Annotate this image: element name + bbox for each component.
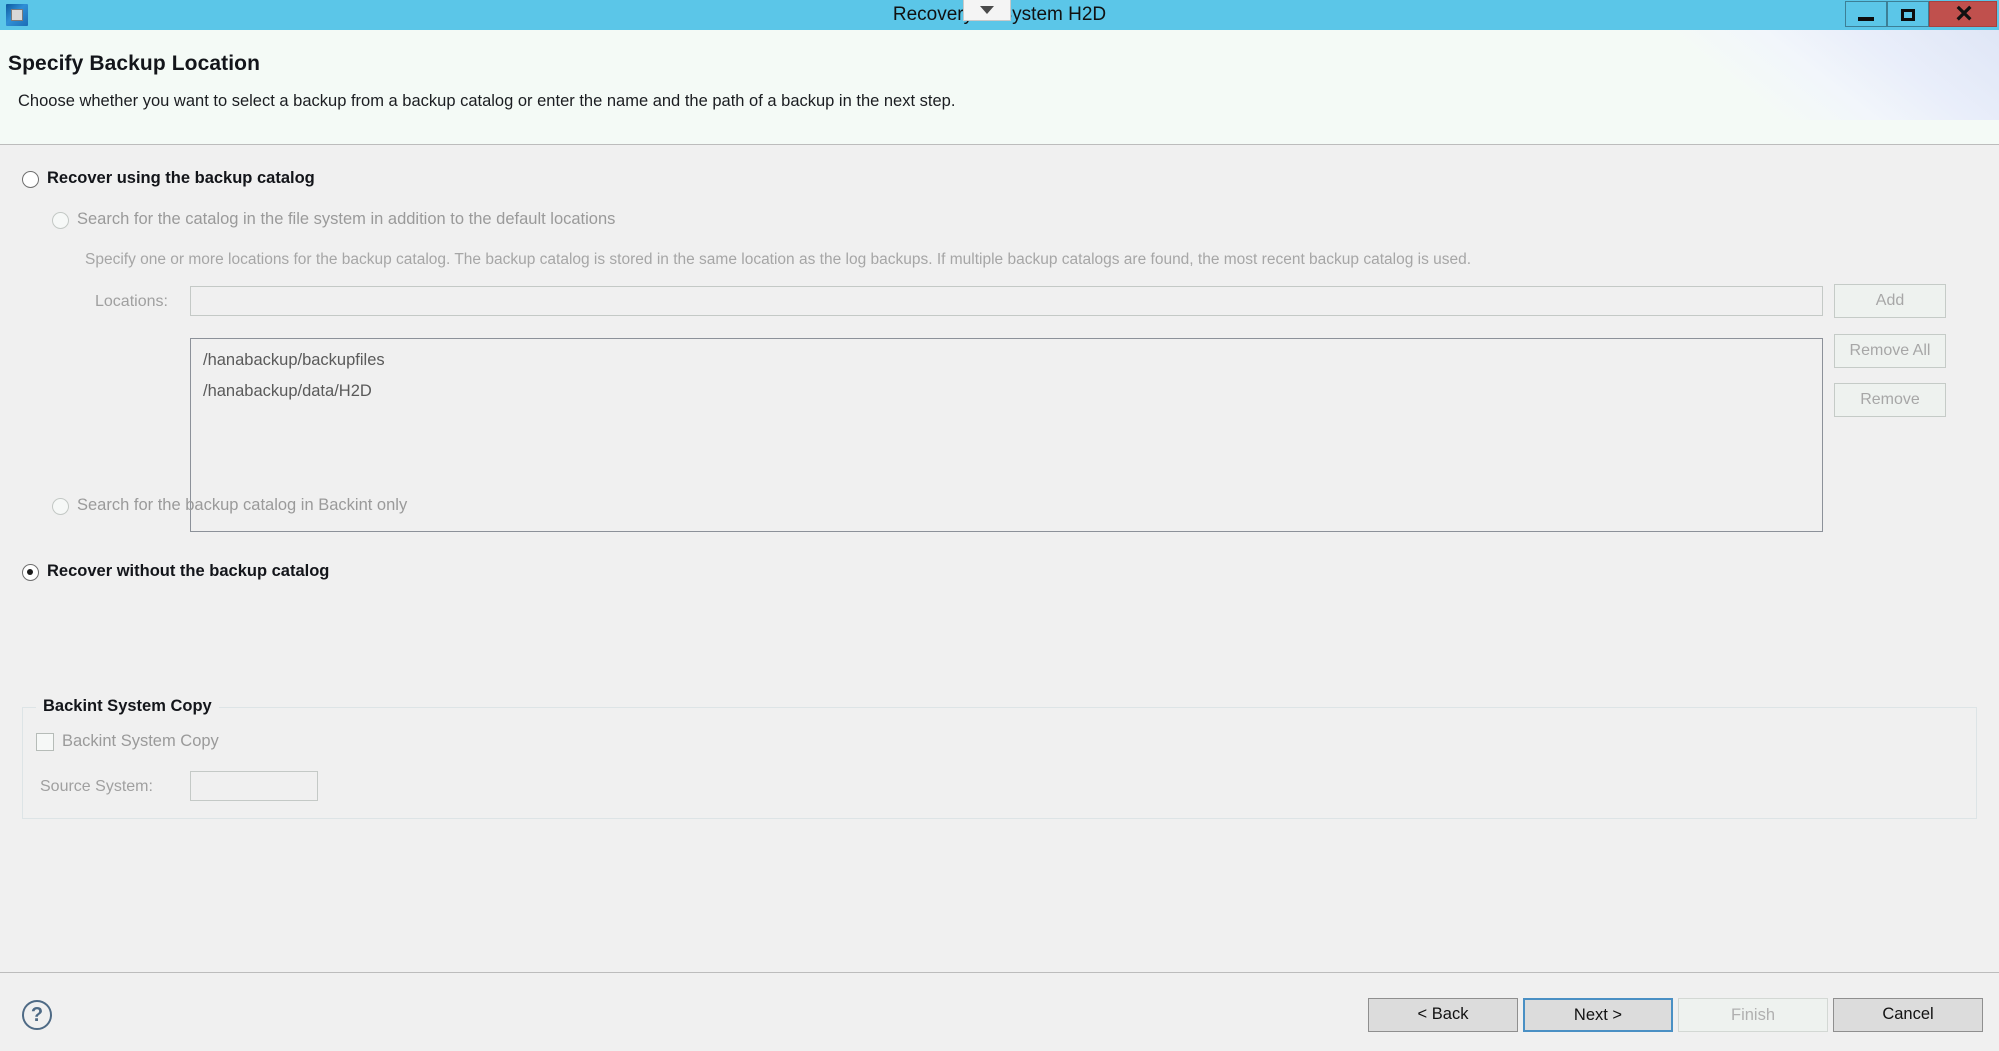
recovery-wizard-window: Recovery of System H2D Specify Backup Lo… (0, 0, 1999, 1051)
radio-recover-without-catalog-label: Recover without the backup catalog (47, 562, 330, 580)
maximize-button[interactable] (1887, 1, 1929, 27)
add-button[interactable]: Add (1834, 284, 1946, 318)
wizard-body: Recover using the backup catalog Search … (0, 146, 1999, 972)
cancel-button[interactable]: Cancel (1833, 998, 1983, 1032)
locations-list[interactable]: /hanabackup/backupfiles /hanabackup/data… (190, 338, 1823, 532)
catalog-hint-text: Specify one or more locations for the ba… (85, 251, 1472, 268)
radio-recover-using-catalog-label: Recover using the backup catalog (47, 169, 315, 187)
locations-label: Locations: (95, 293, 168, 310)
finish-button[interactable]: Finish (1678, 998, 1828, 1032)
next-button[interactable]: Next > (1523, 998, 1673, 1032)
backint-system-copy-legend: Backint System Copy (36, 697, 219, 716)
radio-search-catalog-filesystem[interactable] (52, 212, 69, 229)
locations-input[interactable] (190, 286, 1823, 316)
help-icon[interactable]: ? (22, 1000, 52, 1030)
wizard-header: Specify Backup Location Choose whether y… (0, 30, 1999, 145)
back-button[interactable]: < Back (1368, 998, 1518, 1032)
remove-button[interactable]: Remove (1834, 383, 1946, 417)
radio-search-catalog-backint-label: Search for the backup catalog in Backint… (77, 496, 408, 514)
backint-system-copy-group (22, 707, 1977, 819)
list-item[interactable]: /hanabackup/data/H2D (203, 382, 372, 401)
title-bar: Recovery of System H2D (0, 0, 1999, 30)
radio-recover-using-catalog[interactable] (22, 171, 39, 188)
radio-search-catalog-backint[interactable] (52, 498, 69, 515)
backint-system-copy-checkbox-label: Backint System Copy (62, 732, 219, 750)
backint-system-copy-checkbox[interactable] (36, 733, 54, 751)
page-title: Specify Backup Location (8, 52, 261, 75)
page-description: Choose whether you want to select a back… (18, 92, 956, 110)
close-button[interactable] (1929, 0, 1998, 29)
source-system-input[interactable] (190, 771, 318, 801)
chevron-down-icon[interactable] (963, 0, 1011, 21)
remove-all-button[interactable]: Remove All (1834, 334, 1946, 368)
radio-search-catalog-filesystem-label: Search for the catalog in the file syste… (77, 210, 616, 228)
list-item[interactable]: /hanabackup/backupfiles (203, 351, 385, 370)
radio-recover-without-catalog[interactable] (22, 564, 39, 581)
minimize-button[interactable] (1845, 1, 1887, 27)
header-decoration (1569, 30, 1999, 120)
source-system-label: Source System: (40, 778, 153, 795)
